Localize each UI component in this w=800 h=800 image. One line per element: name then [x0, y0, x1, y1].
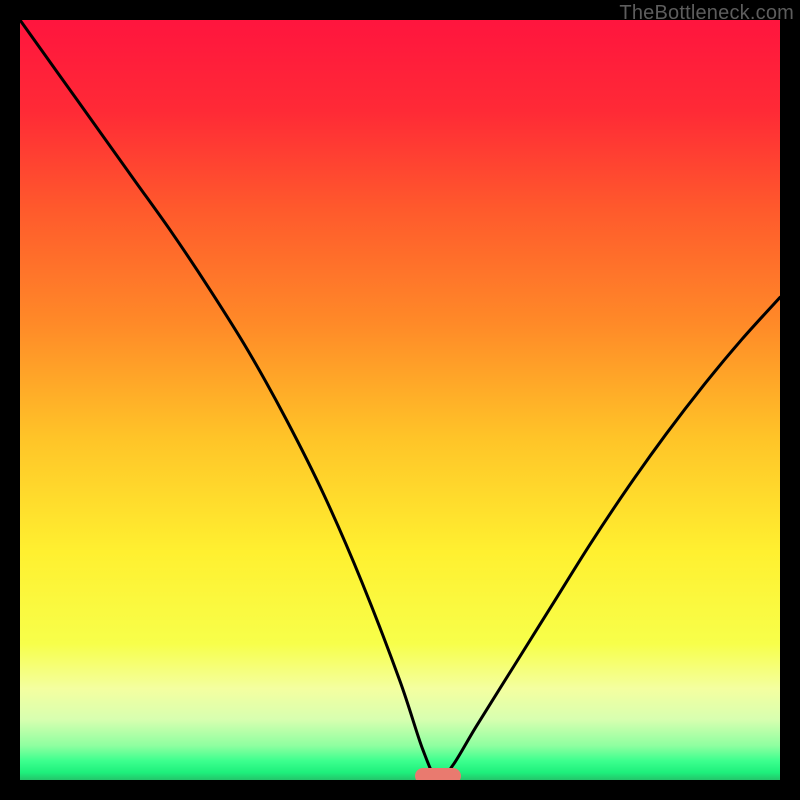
chart-frame	[20, 20, 780, 780]
minimum-marker	[415, 768, 461, 780]
watermark-text: TheBottleneck.com	[619, 2, 794, 25]
bottleneck-curve	[20, 20, 780, 780]
plot-area	[20, 20, 780, 780]
curve-path	[20, 20, 780, 780]
